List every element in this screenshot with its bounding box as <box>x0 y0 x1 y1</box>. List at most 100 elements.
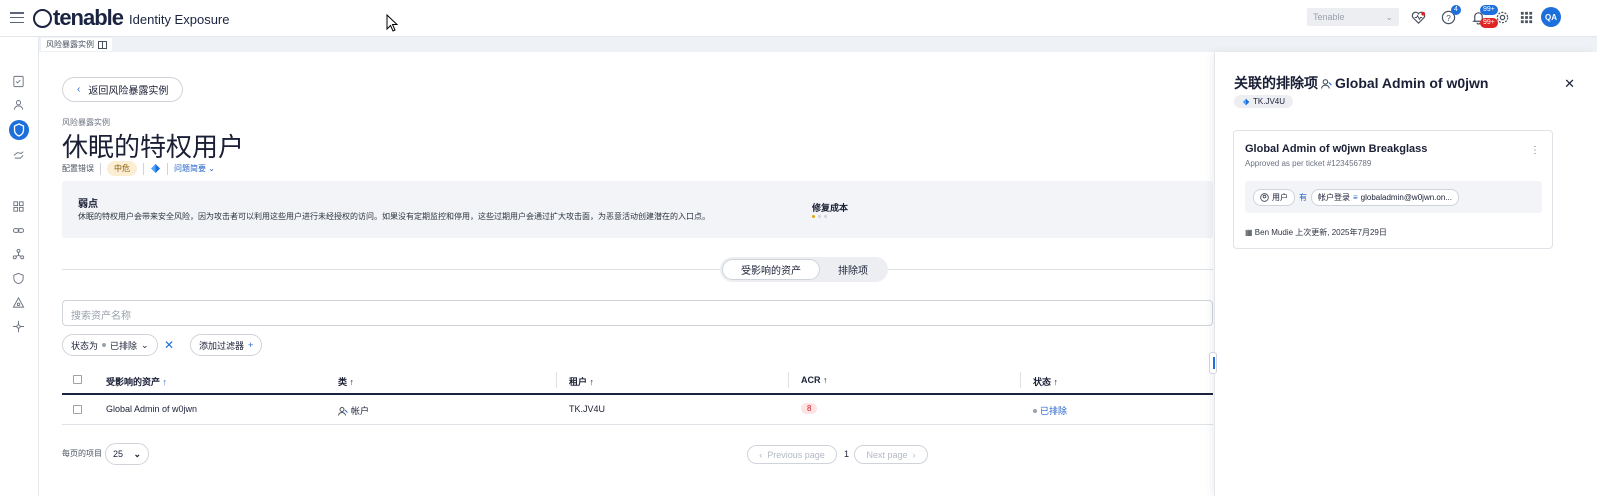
kebab-menu-icon[interactable]: ⋮ <box>1530 145 1540 156</box>
table-row[interactable]: Global Admin of w0jwn 帐户 TK.JV4U 8 已排除 <box>62 395 1213 425</box>
status-dot <box>1033 408 1037 413</box>
status-dot <box>102 343 107 347</box>
framework-dropdown[interactable]: 问题简要 ⌄ <box>174 163 215 174</box>
tenant-selector[interactable]: Tenable ⌄ <box>1307 8 1399 26</box>
search-input[interactable]: 搜索资产名称 <box>62 300 1213 326</box>
weakness-title: 弱点 <box>78 199 98 210</box>
nodes-icon[interactable] <box>12 320 25 333</box>
per-page-select[interactable]: 25 ⌄ <box>105 443 149 465</box>
row-checkbox[interactable] <box>73 405 82 414</box>
top-bar: tenable Identity Exposure Tenable ⌄ ? 4 … <box>0 0 1597 37</box>
divider <box>143 162 144 175</box>
acr-cell: 8 <box>801 403 818 414</box>
account-icon <box>1321 78 1332 89</box>
left-nav-rail <box>0 37 39 496</box>
status-label[interactable]: 已排除 <box>1040 404 1067 417</box>
sort-up-icon: ↑ <box>162 377 168 387</box>
add-filter-button[interactable]: 添加过滤器 + <box>190 334 263 356</box>
clear-filter-icon[interactable]: ✕ <box>160 336 178 354</box>
divider <box>100 162 101 175</box>
rule-subject-chip: 用户 <box>1253 188 1295 206</box>
col-acr[interactable]: ACR ↑ <box>801 375 828 385</box>
drawer-resize-handle[interactable] <box>1209 352 1217 374</box>
network-icon[interactable] <box>12 248 25 261</box>
weakness-text: 休眠的特权用户会带来安全风险，因为攻击者可以利用这些用户进行未经授权的访问。如果… <box>78 212 710 221</box>
breadcrumb-item: 风险暴露实例 <box>46 40 94 49</box>
col-acr-label: ACR <box>801 375 821 385</box>
close-icon[interactable]: ✕ <box>1564 76 1575 92</box>
back-button[interactable]: ‹ 返回风险暴露实例 <box>62 77 183 102</box>
exclusion-card: Global Admin of w0jwn Breakglass Approve… <box>1233 130 1553 249</box>
breadcrumb[interactable]: 风险暴露实例 <box>41 38 112 51</box>
status-cell: 已排除 <box>1033 404 1067 417</box>
tenant-tag: TK.JV4U <box>1234 95 1294 108</box>
page-title: 休眠的特权用户 <box>62 132 245 162</box>
exclusion-footer: ▦ Ben Mudie 上次更新, 2025年7月29日 <box>1245 227 1387 238</box>
chevron-down-icon: ⌄ <box>133 448 141 459</box>
chevron-down-icon: ⌄ <box>1385 11 1393 22</box>
next-page-button[interactable]: Next page › <box>854 445 928 464</box>
equals-icon: ≡ <box>1353 192 1358 202</box>
tab-exclusions[interactable]: 排除项 <box>820 262 886 277</box>
security-shield-icon[interactable] <box>12 272 25 285</box>
select-all-checkbox[interactable] <box>73 375 82 384</box>
building-icon: ▦ <box>1245 228 1253 237</box>
triangle-alert-icon[interactable] <box>12 296 25 309</box>
col-status[interactable]: 状态 ↑ <box>1033 375 1058 388</box>
previous-page-button[interactable]: ‹ Previous page <box>747 445 837 464</box>
logo[interactable]: tenable Identity Exposure <box>33 5 229 30</box>
prev-label: Previous page <box>767 449 825 460</box>
column-divider <box>1020 372 1021 388</box>
status-filter-chip[interactable]: 状态为 已排除 ⌄ <box>62 334 158 356</box>
shield-icon[interactable] <box>8 119 30 141</box>
col-tenant-label: 租户 <box>569 377 588 387</box>
heart-pulse-icon[interactable] <box>1411 10 1426 25</box>
framework-label: 问题简要 <box>174 164 206 173</box>
logo-wordmark: tenable <box>53 5 124 30</box>
gear-icon[interactable] <box>1495 10 1510 25</box>
rule-condition-chip: 帐户登录 ≡ globaladmin@w0jwn.on... <box>1311 188 1459 206</box>
menu-icon[interactable] <box>10 12 24 23</box>
tabs-divider <box>62 269 1213 270</box>
drawer-title: 关联的排除项 Global Admin of w0jwn <box>1234 73 1488 93</box>
avatar[interactable]: QA <box>1541 7 1561 27</box>
account-icon <box>338 406 348 416</box>
tab-affected-assets[interactable]: 受影响的资产 <box>722 259 820 280</box>
col-asset-label: 受影响的资产 <box>106 377 161 387</box>
asset-class-label: 帐户 <box>351 406 370 416</box>
hand-icon[interactable] <box>12 147 25 160</box>
exclusion-rule: 用户 有 帐户登录 ≡ globaladmin@w0jwn.on... <box>1245 181 1542 213</box>
col-asset[interactable]: 受影响的资产 ↑ <box>106 375 167 388</box>
col-tenant[interactable]: 租户 ↑ <box>569 375 594 388</box>
apps-grid-icon[interactable] <box>1519 10 1534 25</box>
dashboard-grid-icon[interactable] <box>12 200 25 213</box>
drawer-title-prefix: 关联的排除项 <box>1234 75 1318 91</box>
breadcrumb-bar <box>39 37 1597 52</box>
fix-cost-indicator <box>812 215 827 218</box>
filter-value: 已排除 <box>110 340 138 351</box>
link-icon[interactable] <box>12 224 25 237</box>
asset-class: 帐户 <box>338 404 369 417</box>
meta-row: 配置错误 中危 问题简要 ⌄ <box>62 161 215 176</box>
user-icon[interactable] <box>12 98 25 111</box>
rule-subject: 用户 <box>1272 192 1288 202</box>
chevron-left-icon: ‹ <box>77 84 81 95</box>
col-status-label: 状态 <box>1033 377 1052 387</box>
current-page: 1 <box>844 449 850 459</box>
exclusion-title: Global Admin of w0jwn Breakglass <box>1245 143 1428 155</box>
checklist-icon[interactable] <box>12 75 25 88</box>
asset-name[interactable]: Global Admin of w0jwn <box>106 404 197 414</box>
filter-label: 状态为 <box>71 340 99 351</box>
logo-mark <box>33 8 52 28</box>
azure-icon <box>151 164 160 173</box>
divider <box>167 162 168 175</box>
column-divider <box>788 372 789 388</box>
svg-text:?: ? <box>1446 13 1451 23</box>
per-page-value: 25 <box>113 449 124 459</box>
category-label: 配置错误 <box>62 164 94 173</box>
next-label: Next page <box>866 449 908 460</box>
plus-icon: + <box>248 340 254 350</box>
col-class[interactable]: 类 ↑ <box>338 375 354 388</box>
tenant-name: Tenable <box>1313 12 1345 22</box>
table-header: 受影响的资产 ↑ 类 ↑ 租户 ↑ ACR ↑ 状态 ↑ <box>62 366 1213 395</box>
